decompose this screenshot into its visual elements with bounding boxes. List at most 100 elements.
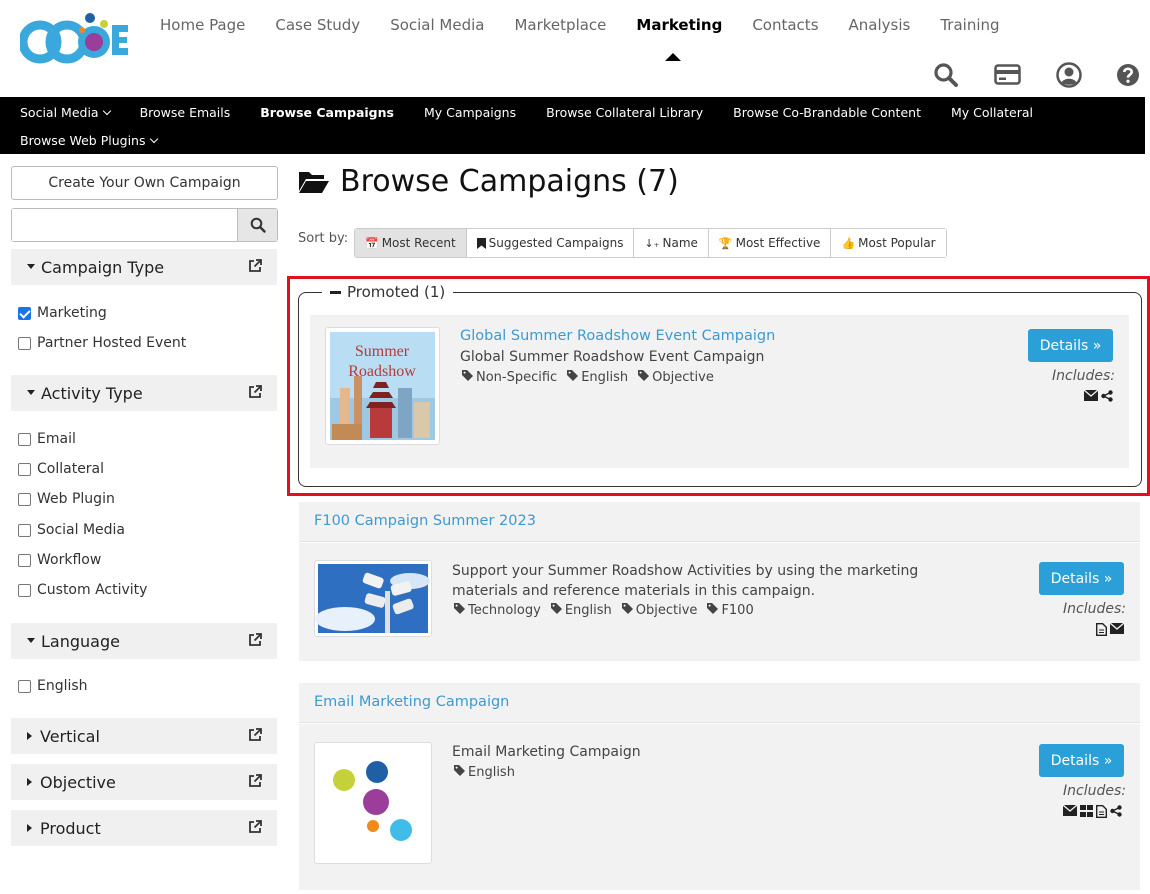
filter-label: Custom Activity [37, 582, 148, 598]
folder-open-icon [299, 171, 329, 193]
nav-contacts[interactable]: Contacts [752, 16, 818, 34]
search-icon[interactable] [933, 62, 959, 88]
details-button[interactable]: Details » [1039, 744, 1124, 777]
create-campaign-button[interactable]: Create Your Own Campaign [11, 166, 278, 200]
checkbox[interactable] [18, 336, 31, 350]
sort-suggested-campaigns[interactable]: Suggested Campaigns [466, 229, 635, 257]
tag: F100 [707, 603, 754, 618]
nav-social-media[interactable]: Social Media [390, 16, 484, 34]
sort-alpha-icon: ↓₊ [644, 236, 660, 250]
caret-down-icon [27, 637, 35, 643]
campaign-title-link[interactable]: F100 Campaign Summer 2023 [314, 513, 536, 529]
facet-language[interactable]: Language [11, 623, 277, 659]
filter-label: Partner Hosted Event [37, 335, 187, 351]
credit-card-icon[interactable] [994, 62, 1021, 88]
tag: Technology [454, 603, 541, 618]
filter-web-plugin[interactable]: Web Plugin [18, 491, 115, 507]
campaign-thumbnail[interactable]: Summer Roadshow [325, 327, 440, 445]
filter-partner-hosted-event[interactable]: Partner Hosted Event [18, 335, 186, 351]
filter-custom-activity[interactable]: Custom Activity [18, 582, 147, 598]
caret-right-icon [27, 732, 32, 740]
facet-campaign-type[interactable]: Campaign Type [11, 249, 277, 285]
nav-marketplace[interactable]: Marketplace [514, 16, 606, 34]
trophy-icon: 🏆 [718, 236, 733, 250]
subnav-browse-web-plugins[interactable]: Browse Web Plugins [20, 133, 158, 148]
subnav-browse-campaigns[interactable]: Browse Campaigns [260, 105, 394, 120]
search-button[interactable] [237, 209, 277, 241]
tag-icon [621, 603, 633, 618]
external-link-icon[interactable] [247, 258, 263, 274]
campaign-card-promoted: Summer Roadshow Global Summer Roadshow E… [310, 315, 1129, 468]
calendar-icon: 📅 [365, 236, 379, 250]
facet-title: Activity Type [41, 383, 143, 403]
filter-social-media[interactable]: Social Media [18, 522, 125, 538]
filter-collateral[interactable]: Collateral [18, 461, 104, 477]
nav-training[interactable]: Training [940, 16, 999, 34]
facet-vertical[interactable]: Vertical [11, 718, 277, 754]
details-button[interactable]: Details » [1039, 562, 1124, 595]
campaign-thumbnail[interactable] [314, 742, 432, 864]
details-button[interactable]: Details » [1028, 329, 1113, 362]
chevron-down-icon [102, 106, 111, 116]
sort-most-effective[interactable]: 🏆 Most Effective [708, 229, 832, 257]
top-navigation: Home Page Case Study Social Media Market… [160, 16, 1030, 61]
sort-most-popular[interactable]: 👍 Most Popular [831, 229, 946, 257]
campaign-description: Support your Summer Roadshow Activities … [452, 563, 919, 599]
marketing-subnav: Social Media Browse Emails Browse Campai… [0, 97, 1145, 154]
campaign-title-link[interactable]: Email Marketing Campaign [314, 694, 509, 710]
campaign-thumbnail[interactable] [314, 560, 432, 637]
subnav-browse-emails[interactable]: Browse Emails [140, 105, 231, 120]
checkbox[interactable] [18, 553, 31, 567]
facet-title: Campaign Type [41, 257, 165, 277]
document-icon [1096, 623, 1107, 636]
filter-label: Marketing [37, 305, 107, 321]
subnav-browse-collateral-library[interactable]: Browse Collateral Library [546, 105, 703, 120]
checkbox[interactable] [18, 306, 31, 320]
checkbox[interactable] [18, 462, 31, 476]
facet-product[interactable]: Product [11, 810, 277, 846]
subnav-my-collateral[interactable]: My Collateral [951, 105, 1033, 120]
campaign-card-header: Email Marketing Campaign [299, 683, 1140, 723]
external-link-icon[interactable] [247, 819, 263, 835]
nav-home-page[interactable]: Home Page [160, 16, 245, 34]
subnav-browse-co-brandable-content[interactable]: Browse Co-Brandable Content [733, 105, 921, 120]
share-icon [1110, 805, 1122, 817]
checkbox[interactable] [18, 523, 31, 537]
search-input[interactable] [12, 209, 238, 241]
promoted-toggle[interactable]: Promoted (1) [322, 283, 454, 301]
checkbox[interactable] [18, 492, 31, 506]
checkbox[interactable] [18, 583, 31, 597]
filter-workflow[interactable]: Workflow [18, 552, 101, 568]
sort-name[interactable]: ↓₊ Name [634, 229, 709, 257]
user-account-icon[interactable] [1056, 62, 1082, 88]
checkbox[interactable] [18, 679, 31, 693]
thumbnail-title-line-1: Summer [355, 343, 410, 360]
external-link-icon[interactable] [247, 773, 263, 789]
tag-label: Objective [652, 370, 714, 385]
filter-marketing[interactable]: Marketing [18, 305, 107, 321]
ccoe-logo[interactable] [18, 10, 130, 70]
subnav-social-media[interactable]: Social Media [20, 105, 111, 120]
nav-case-study[interactable]: Case Study [275, 16, 360, 34]
filter-email[interactable]: Email [18, 431, 76, 447]
external-link-icon[interactable] [247, 384, 263, 400]
tag: Objective [638, 370, 714, 385]
help-icon[interactable] [1116, 62, 1142, 88]
facet-objective[interactable]: Objective [11, 764, 277, 800]
facet-activity-type[interactable]: Activity Type [11, 375, 277, 411]
nav-marketing[interactable]: Marketing [636, 16, 722, 61]
filter-label: English [37, 678, 88, 694]
sort-most-recent[interactable]: 📅 Most Recent [355, 229, 467, 257]
thumbs-up-icon: 👍 [841, 236, 856, 250]
checkbox[interactable] [18, 432, 31, 446]
campaign-title-link[interactable]: Global Summer Roadshow Event Campaign [460, 328, 775, 344]
external-link-icon[interactable] [247, 727, 263, 743]
nav-analysis[interactable]: Analysis [849, 16, 911, 34]
grid-icon [1080, 805, 1093, 817]
external-link-icon[interactable] [247, 632, 263, 648]
subnav-my-campaigns[interactable]: My Campaigns [424, 105, 516, 120]
tag-icon [638, 370, 650, 385]
filter-english[interactable]: English [18, 678, 88, 694]
campaign-card-body: Email Marketing Campaign English Details… [299, 724, 1140, 890]
bookmark-icon [476, 237, 486, 249]
